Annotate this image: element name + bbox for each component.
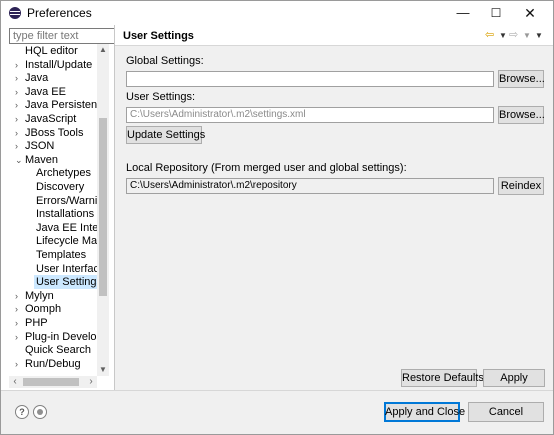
forward-arrow-icon[interactable]: ⇨ bbox=[509, 28, 518, 41]
scroll-right-arrow-icon[interactable]: › bbox=[85, 376, 97, 388]
close-button[interactable]: ✕ bbox=[513, 1, 547, 25]
tree-item-label: JBoss Tools bbox=[25, 126, 84, 139]
tree-item-label: Mylyn bbox=[25, 289, 54, 302]
tree-item-label: Archetypes bbox=[36, 167, 92, 180]
record-macro-icon[interactable] bbox=[33, 405, 47, 419]
help-icon[interactable]: ? bbox=[15, 405, 29, 419]
reindex-button[interactable]: Reindex bbox=[498, 177, 544, 195]
collapsed-chevron-icon[interactable]: › bbox=[15, 302, 23, 316]
tree-item[interactable]: Templates bbox=[9, 248, 109, 262]
tree-item-label: JavaScript bbox=[25, 113, 77, 125]
tree-item[interactable]: › Mylyn bbox=[9, 289, 109, 303]
back-arrow-icon[interactable]: ⇦ bbox=[485, 28, 494, 41]
update-settings-button[interactable]: Update Settings bbox=[126, 126, 205, 144]
apply-and-close-button[interactable]: Apply and Close bbox=[384, 402, 465, 422]
tree-item[interactable]: › Run/Debug bbox=[9, 357, 109, 371]
tree-item[interactable]: › PHP bbox=[9, 316, 109, 330]
local-repository-label: Local Repository (From merged user and g… bbox=[126, 162, 407, 174]
global-settings-input[interactable] bbox=[126, 71, 494, 87]
scroll-up-arrow-icon[interactable]: ▲ bbox=[97, 44, 109, 56]
tree-item-label: Templates bbox=[36, 249, 87, 261]
preferences-window: Preferences — ☐ ✕ type filter text HQL e… bbox=[0, 0, 554, 435]
expanded-chevron-icon[interactable]: ⌄ bbox=[15, 153, 23, 167]
tree-item-label: Java bbox=[25, 72, 49, 85]
tree-item-label: User Interface bbox=[36, 262, 106, 275]
collapsed-chevron-icon[interactable]: › bbox=[15, 85, 23, 99]
hscroll-thumb[interactable] bbox=[23, 378, 79, 386]
tree-item[interactable]: Discovery bbox=[9, 180, 109, 194]
collapsed-chevron-icon[interactable]: › bbox=[15, 357, 23, 371]
scroll-left-arrow-icon[interactable]: ‹ bbox=[9, 376, 21, 388]
tree-item[interactable]: Archetypes bbox=[9, 166, 109, 180]
tree-horizontal-scrollbar[interactable]: ‹ › bbox=[9, 376, 97, 388]
tree-item[interactable]: › Oomph bbox=[9, 302, 109, 316]
collapsed-chevron-icon[interactable]: › bbox=[15, 316, 23, 330]
tree-item-label: Java EE bbox=[25, 85, 66, 98]
tree-item-label: PHP bbox=[25, 317, 48, 329]
tree-item[interactable]: User Settings bbox=[9, 275, 109, 290]
tree-vertical-scrollbar[interactable]: ▲ ▼ bbox=[97, 44, 109, 376]
tree-item-label: Install/Update bbox=[25, 58, 93, 71]
scroll-thumb[interactable] bbox=[99, 118, 107, 296]
collapsed-chevron-icon[interactable]: › bbox=[15, 58, 23, 72]
page-header: User Settings ⇦ ▼ ⇨ ▼ ▼ bbox=[115, 25, 553, 46]
settings-content: Global Settings: Browse... User Settings… bbox=[115, 46, 553, 390]
window-title: Preferences bbox=[27, 6, 92, 20]
tree-item-label: Installations bbox=[36, 208, 95, 221]
tree-item[interactable]: › JSON bbox=[9, 139, 109, 153]
forward-dropdown-icon[interactable]: ▼ bbox=[523, 31, 531, 40]
back-dropdown-icon[interactable]: ▼ bbox=[499, 31, 507, 40]
collapsed-chevron-icon[interactable]: › bbox=[15, 139, 23, 153]
maximize-button[interactable]: ☐ bbox=[479, 1, 513, 25]
view-menu-icon[interactable]: ▼ bbox=[535, 31, 543, 40]
tree-item[interactable]: › JBoss Tools bbox=[9, 126, 109, 140]
eclipse-logo-icon bbox=[9, 7, 21, 19]
tree-item[interactable]: Lifecycle Mappings bbox=[9, 234, 109, 248]
cancel-button[interactable]: Cancel bbox=[468, 402, 544, 422]
collapsed-chevron-icon[interactable]: › bbox=[15, 330, 23, 344]
tree-item[interactable]: Installations bbox=[9, 207, 109, 221]
tree-item[interactable]: › Java EE bbox=[9, 85, 109, 99]
tree-item-label: HQL editor bbox=[25, 45, 78, 57]
tree-item-label: Discovery bbox=[36, 181, 85, 193]
dialog-footer: ? Apply and Close Cancel bbox=[1, 390, 553, 434]
tree-item-label: Maven bbox=[25, 153, 59, 166]
user-settings-label: User Settings: bbox=[126, 91, 196, 103]
collapsed-chevron-icon[interactable]: › bbox=[15, 112, 23, 126]
tree-item[interactable]: HQL editor bbox=[9, 44, 109, 58]
tree-item[interactable]: › Java bbox=[9, 71, 109, 85]
tree-item[interactable]: Java EE Integration bbox=[9, 221, 109, 235]
tree-item[interactable]: User Interface bbox=[9, 262, 109, 276]
restore-defaults-button[interactable]: Restore Defaults bbox=[401, 369, 484, 387]
user-settings-input[interactable]: C:\Users\Administrator\.m2\settings.xml bbox=[126, 107, 494, 123]
global-browse-button[interactable]: Browse... bbox=[498, 70, 545, 88]
page-title: User Settings bbox=[123, 30, 194, 42]
tree-item[interactable]: Errors/Warnings bbox=[9, 194, 109, 208]
apply-button[interactable]: Apply bbox=[483, 369, 545, 387]
global-settings-label: Global Settings: bbox=[126, 55, 204, 67]
tree-item-label: Oomph bbox=[25, 303, 62, 316]
title-bar[interactable]: Preferences — ☐ ✕ bbox=[1, 1, 553, 25]
tree-item-label: JSON bbox=[25, 140, 55, 153]
collapsed-chevron-icon[interactable]: › bbox=[15, 71, 23, 85]
minimize-button[interactable]: — bbox=[446, 1, 480, 25]
tree-item-label: Run/Debug bbox=[25, 357, 81, 370]
collapsed-chevron-icon[interactable]: › bbox=[15, 126, 23, 140]
tree-item[interactable]: › JavaScript bbox=[9, 112, 109, 126]
preferences-tree: HQL editor › Install/Update › Java › Java EE › J… bbox=[9, 44, 109, 376]
filter-input[interactable]: type filter text bbox=[9, 28, 119, 44]
user-browse-button[interactable]: Browse... bbox=[498, 106, 545, 124]
collapsed-chevron-icon[interactable]: › bbox=[15, 289, 23, 303]
collapsed-chevron-icon[interactable]: › bbox=[15, 98, 23, 112]
tree-item-label: Quick Search bbox=[25, 344, 92, 357]
tree-item[interactable]: › Install/Update bbox=[9, 58, 109, 72]
scroll-down-arrow-icon[interactable]: ▼ bbox=[97, 364, 109, 376]
tree-item[interactable]: ⌄ Maven bbox=[9, 153, 109, 167]
local-repository-field: C:\Users\Administrator\.m2\repository bbox=[126, 178, 494, 194]
tree-item-label: User Settings bbox=[34, 275, 105, 290]
tree-item[interactable]: ›Plug-in Development bbox=[9, 330, 109, 344]
tree-item[interactable]: › Java Persistence bbox=[9, 98, 109, 112]
tree-item[interactable]: Quick Search bbox=[9, 343, 109, 357]
